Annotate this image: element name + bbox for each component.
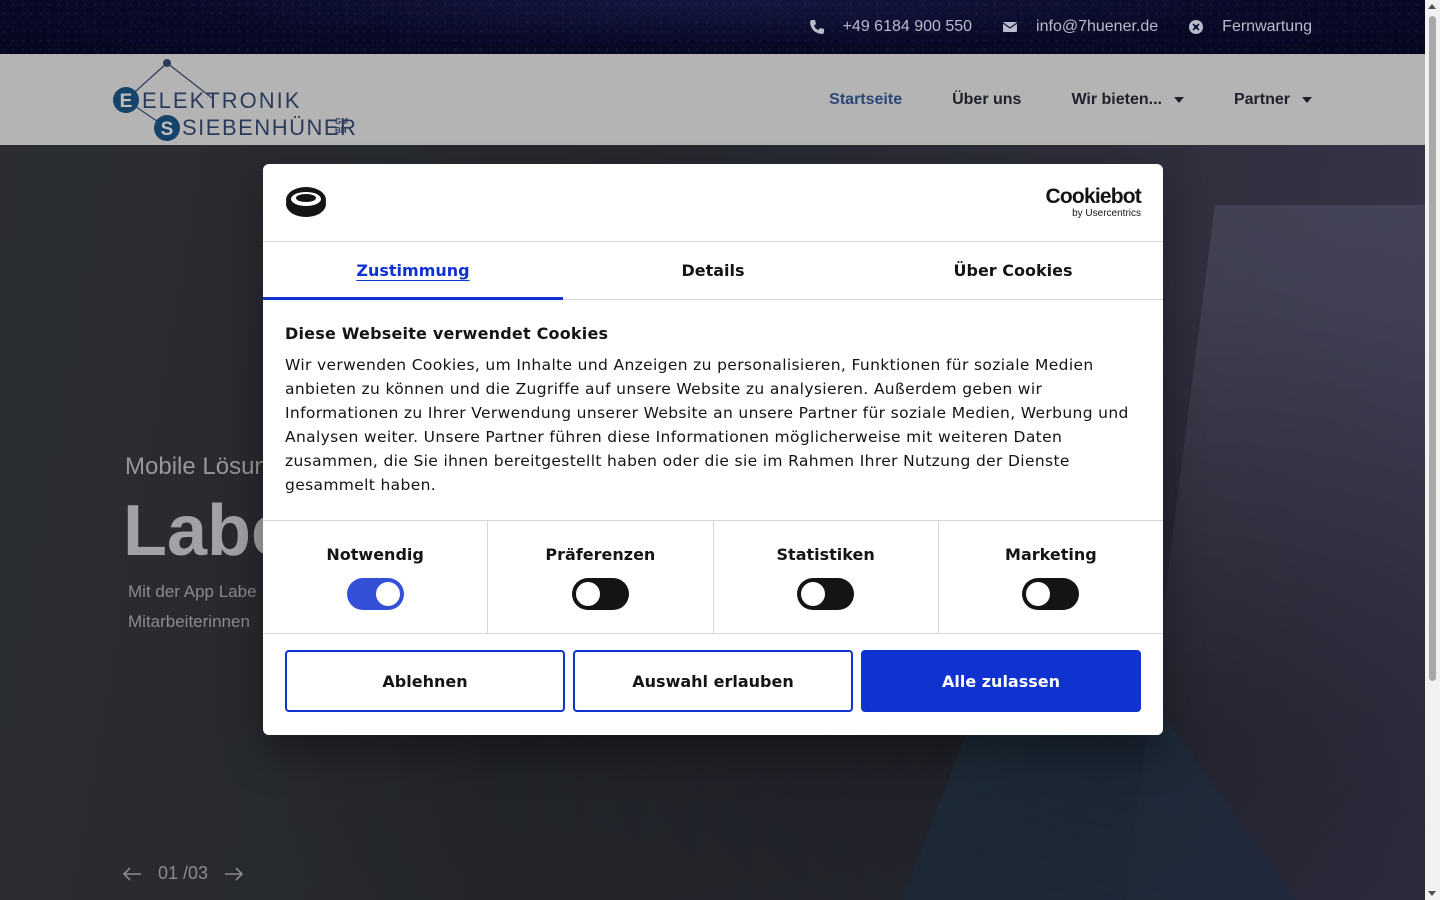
scroll-up-icon[interactable] <box>1428 4 1436 9</box>
toggle-notwendig[interactable] <box>346 578 404 610</box>
cookiebot-icon <box>286 187 326 217</box>
scrollbar-thumb[interactable] <box>1429 16 1436 681</box>
category-notwendig: Notwendig <box>263 521 489 633</box>
allow-selection-button[interactable]: Auswahl erlauben <box>573 650 853 712</box>
phone-number: +49 6184 900 550 <box>842 18 973 35</box>
remote-support-link[interactable]: Fernwartung <box>1188 18 1312 36</box>
email-address: info@7huener.de <box>1036 18 1159 35</box>
cookiebot-byline: by Usercentrics <box>1072 208 1141 219</box>
tab-details[interactable]: Details <box>563 242 863 299</box>
category-label: Präferenzen <box>545 545 656 564</box>
tab-zustimmung[interactable]: Zustimmung <box>263 242 563 300</box>
top-bar-contacts: +49 6184 900 550 info@7huener.de Fernwar… <box>809 0 1312 54</box>
toggle-statistiken[interactable] <box>797 578 855 610</box>
cookiebot-logo[interactable]: Cookiebot by Usercentrics <box>1045 185 1142 220</box>
cookie-dialog-header: Cookiebot by Usercentrics <box>263 164 1163 242</box>
phone-link[interactable]: +49 6184 900 550 <box>809 18 972 36</box>
category-marketing: Marketing <box>939 521 1163 633</box>
toggle-knob <box>1026 582 1051 606</box>
cookiebot-name: Cookiebot <box>1045 185 1142 208</box>
category-statistiken: Statistiken <box>714 521 939 633</box>
cookie-consent-dialog: Cookiebot by Usercentrics Zustimmung Det… <box>263 164 1163 735</box>
cookie-tabs: Zustimmung Details Über Cookies <box>263 242 1163 300</box>
toggle-praeferenzen[interactable] <box>571 578 629 610</box>
cookie-dialog-buttons: Ablehnen Auswahl erlauben Alle zulassen <box>263 634 1163 728</box>
phone-icon <box>809 20 824 34</box>
toggle-knob <box>375 582 400 606</box>
category-label: Marketing <box>1005 545 1097 564</box>
page-scrollbar[interactable] <box>1425 0 1440 900</box>
toggle-knob <box>575 582 600 606</box>
decline-button[interactable]: Ablehnen <box>285 650 565 712</box>
toggle-marketing[interactable] <box>1022 578 1080 610</box>
cookie-dialog-text: Wir verwenden Cookies, um Inhalte und An… <box>285 356 1129 494</box>
scroll-down-icon[interactable] <box>1428 891 1436 896</box>
toggle-knob <box>801 582 826 606</box>
remote-support-label: Fernwartung <box>1222 18 1312 35</box>
email-link[interactable]: info@7huener.de <box>1002 18 1158 36</box>
cookie-category-toggles: Notwendig Präferenzen Statistiken Market… <box>263 520 1163 634</box>
category-praeferenzen: Präferenzen <box>488 521 714 633</box>
envelope-icon <box>1002 22 1018 32</box>
cookie-dialog-title: Diese Webseite verwendet Cookies <box>285 324 609 343</box>
category-label: Notwendig <box>326 545 424 564</box>
category-label: Statistiken <box>776 545 875 564</box>
tab-ueber-cookies[interactable]: Über Cookies <box>863 242 1163 299</box>
allow-all-button[interactable]: Alle zulassen <box>861 650 1141 712</box>
cookie-dialog-body: Diese Webseite verwendet Cookies Wir ver… <box>263 300 1163 520</box>
remote-support-icon <box>1189 20 1204 34</box>
